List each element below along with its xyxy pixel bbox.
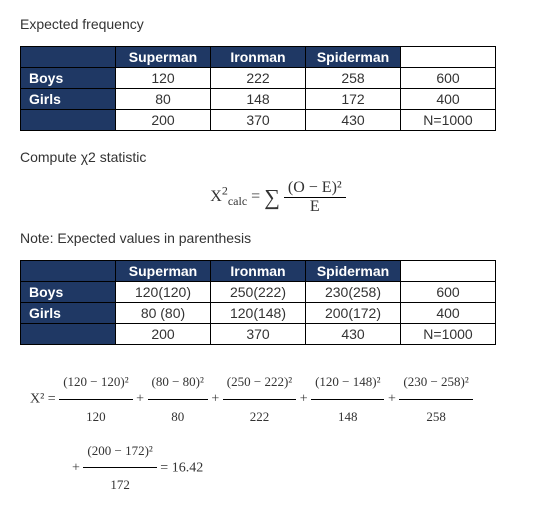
row-total: 400	[401, 303, 496, 324]
cell: 148	[211, 89, 306, 110]
expected-frequency-heading: Expected frequency	[20, 16, 536, 32]
col-spiderman: Spiderman	[306, 47, 401, 68]
col-ironman: Ironman	[211, 47, 306, 68]
chi-square-formula: X2calc = ∑ (O − E)² E	[20, 179, 536, 216]
col-superman: Superman	[116, 261, 211, 282]
expected-frequency-table: Superman Ironman Spiderman Boys 120 222 …	[20, 46, 496, 131]
row-girls: Girls	[21, 89, 116, 110]
formula-lhs: X2calc	[210, 188, 247, 205]
row-total: 600	[401, 68, 496, 89]
cell: 120	[116, 68, 211, 89]
row-total: 400	[401, 89, 496, 110]
cell: 172	[306, 89, 401, 110]
cell: 200(172)	[306, 303, 401, 324]
col-spiderman: Spiderman	[306, 261, 401, 282]
col-ironman: Ironman	[211, 261, 306, 282]
calc-term: (250 − 222)²222	[223, 365, 296, 434]
calc-term: (200 − 172)²172	[83, 434, 156, 503]
col-total-blank	[401, 47, 496, 68]
formula-fraction: (O − E)² E	[284, 179, 346, 216]
col-total: 430	[306, 110, 401, 131]
row-boys: Boys	[21, 282, 116, 303]
col-total-blank	[401, 261, 496, 282]
chi-square-calculation: X² = (120 − 120)²120 + (80 − 80)²80 + (2…	[20, 365, 536, 502]
calc-term: (230 − 258)²258	[399, 365, 472, 434]
row-total: 600	[401, 282, 496, 303]
calc-term: (120 − 120)²120	[59, 365, 132, 434]
cell: 230(258)	[306, 282, 401, 303]
grand-total: N=1000	[401, 110, 496, 131]
compute-heading: Compute χ2 statistic	[20, 149, 536, 165]
table-corner	[21, 47, 116, 68]
observed-expected-table: Superman Ironman Spiderman Boys 120(120)…	[20, 260, 496, 345]
sigma-symbol: ∑	[264, 185, 280, 210]
cell: 120(120)	[116, 282, 211, 303]
cell: 250(222)	[211, 282, 306, 303]
table-corner	[21, 261, 116, 282]
grand-total: N=1000	[401, 324, 496, 345]
col-total: 370	[211, 110, 306, 131]
cell: 258	[306, 68, 401, 89]
col-total: 370	[211, 324, 306, 345]
row-girls: Girls	[21, 303, 116, 324]
note-heading: Note: Expected values in parenthesis	[20, 230, 536, 246]
row-boys: Boys	[21, 68, 116, 89]
col-superman: Superman	[116, 47, 211, 68]
calc-result: = 16.42	[160, 460, 203, 475]
col-total: 200	[116, 110, 211, 131]
calc-term: (120 − 148)²148	[311, 365, 384, 434]
cell: 222	[211, 68, 306, 89]
cell: 80 (80)	[116, 303, 211, 324]
col-total: 430	[306, 324, 401, 345]
col-total: 200	[116, 324, 211, 345]
cell: 80	[116, 89, 211, 110]
calc-term: (80 − 80)²80	[148, 365, 208, 434]
row-total-label	[21, 324, 116, 345]
calc-lhs: X² =	[30, 392, 59, 407]
row-total-label	[21, 110, 116, 131]
cell: 120(148)	[211, 303, 306, 324]
